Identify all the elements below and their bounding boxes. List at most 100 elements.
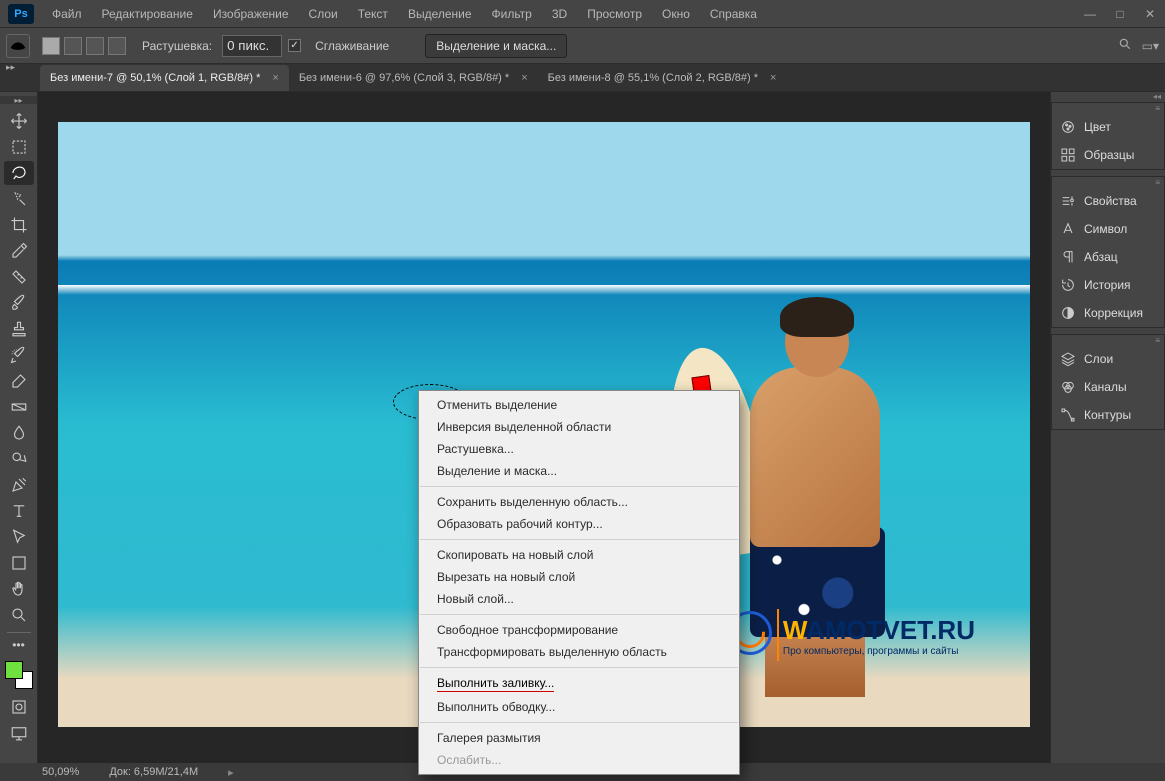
mode-add-icon[interactable]: [64, 37, 82, 55]
mode-new-icon[interactable]: [42, 37, 60, 55]
selection-mode-buttons[interactable]: [42, 37, 126, 55]
context-item[interactable]: Скопировать на новый слой: [419, 544, 739, 566]
menu-bar: Ps ФайлРедактированиеИзображениеСлоиТекс…: [0, 0, 1165, 28]
quickmask-tool[interactable]: [4, 695, 34, 719]
color-swatches[interactable]: [5, 661, 33, 689]
current-tool-icon[interactable]: [6, 34, 30, 58]
context-item[interactable]: Сохранить выделенную область...: [419, 491, 739, 513]
close-tab-icon[interactable]: ×: [272, 72, 278, 84]
app-icon: Ps: [8, 4, 34, 24]
document-tab[interactable]: Без имени-7 @ 50,1% (Слой 1, RGB/8#) *×: [40, 65, 289, 91]
context-item[interactable]: Вырезать на новый слой: [419, 566, 739, 588]
panel-tab-каналы[interactable]: Каналы: [1052, 373, 1164, 401]
tools-panel: ▸▸ •••: [0, 92, 38, 763]
menu-слои[interactable]: Слои: [299, 7, 348, 21]
zoom-tool[interactable]: [4, 603, 34, 627]
context-menu: Отменить выделениеИнверсия выделенной об…: [418, 390, 740, 775]
menu-редактирование[interactable]: Редактирование: [92, 7, 203, 21]
menu-просмотр[interactable]: Просмотр: [577, 7, 652, 21]
panel-tab-контуры[interactable]: Контуры: [1052, 401, 1164, 429]
healing-tool[interactable]: [4, 265, 34, 289]
context-item[interactable]: Образовать рабочий контур...: [419, 513, 739, 535]
mode-intersect-icon[interactable]: [108, 37, 126, 55]
dodge-tool[interactable]: [4, 447, 34, 471]
panel-tab-образцы[interactable]: Образцы: [1052, 141, 1164, 169]
crop-tool[interactable]: [4, 213, 34, 237]
context-item[interactable]: Выделение и маска...: [419, 460, 739, 482]
workspace-icon[interactable]: ▭▾: [1142, 39, 1159, 53]
shape-tool[interactable]: [4, 551, 34, 575]
panel-group-layers: ≡СлоиКаналыКонтуры: [1051, 334, 1165, 430]
menu-изображение[interactable]: Изображение: [203, 7, 299, 21]
lasso-tool[interactable]: [4, 161, 34, 185]
foreground-color-swatch[interactable]: [5, 661, 23, 679]
context-item[interactable]: Галерея размытия: [419, 727, 739, 749]
menu-текст[interactable]: Текст: [348, 7, 398, 21]
quick-select-tool[interactable]: [4, 187, 34, 211]
type-tool[interactable]: [4, 499, 34, 523]
panel-tab-символ[interactable]: Символ: [1052, 215, 1164, 243]
context-item[interactable]: Новый слой...: [419, 588, 739, 610]
menu-окно[interactable]: Окно: [652, 7, 700, 21]
feather-label: Растушевка:: [138, 39, 216, 53]
menu-файл[interactable]: Файл: [42, 7, 92, 21]
panel-tab-цвет[interactable]: Цвет: [1052, 113, 1164, 141]
menu-items: ФайлРедактированиеИзображениеСлоиТекстВы…: [42, 7, 767, 21]
document-tab[interactable]: Без имени-6 @ 97,6% (Слой 3, RGB/8#) *×: [289, 65, 538, 91]
maximize-button[interactable]: □: [1105, 0, 1135, 28]
panel-group-properties: ≡СвойстваСимволАбзацИсторияКоррекция: [1051, 176, 1165, 328]
options-bar: Растушевка: Сглаживание Выделение и маск…: [0, 28, 1165, 64]
menu-выделение[interactable]: Выделение: [398, 7, 482, 21]
mode-subtract-icon[interactable]: [86, 37, 104, 55]
history-brush-tool[interactable]: [4, 343, 34, 367]
close-tab-icon[interactable]: ×: [521, 72, 527, 84]
close-button[interactable]: ✕: [1135, 0, 1165, 28]
panel-tab-слои[interactable]: Слои: [1052, 345, 1164, 373]
brush-tool[interactable]: [4, 291, 34, 315]
marquee-tool[interactable]: [4, 135, 34, 159]
blur-tool[interactable]: [4, 421, 34, 445]
antialias-label: Сглаживание: [311, 39, 393, 53]
context-item[interactable]: Выполнить обводку...: [419, 696, 739, 718]
eyedropper-tool[interactable]: [4, 239, 34, 263]
eraser-tool[interactable]: [4, 369, 34, 393]
context-item: Ослабить...: [419, 749, 739, 771]
panel-tab-история[interactable]: История: [1052, 271, 1164, 299]
tab-expand-icon[interactable]: ▸▸: [6, 62, 15, 86]
menu-3d[interactable]: 3D: [542, 7, 577, 21]
context-item[interactable]: Отменить выделение: [419, 394, 739, 416]
document-size[interactable]: Док: 6,59M/21,4M: [109, 766, 198, 778]
minimize-button[interactable]: —: [1075, 0, 1105, 28]
right-panels: ◂◂ ≡ЦветОбразцы ≡СвойстваСимволАбзацИсто…: [1050, 92, 1165, 763]
context-item[interactable]: Свободное трансформирование: [419, 619, 739, 641]
context-item[interactable]: Растушевка...: [419, 438, 739, 460]
watermark: WAMOTVET.RU Про компьютеры, программы и …: [783, 615, 975, 657]
context-item[interactable]: Выполнить заливку...: [419, 672, 739, 696]
screenmode-tool[interactable]: [4, 721, 34, 745]
move-tool[interactable]: [4, 109, 34, 133]
panel-group-color: ≡ЦветОбразцы: [1051, 102, 1165, 170]
antialias-checkbox[interactable]: [288, 39, 301, 52]
search-icon[interactable]: [1118, 37, 1132, 54]
close-tab-icon[interactable]: ×: [770, 72, 776, 84]
gradient-tool[interactable]: [4, 395, 34, 419]
edit-toolbar-icon[interactable]: •••: [4, 638, 34, 652]
zoom-level[interactable]: 50,09%: [42, 766, 79, 778]
hand-tool[interactable]: [4, 577, 34, 601]
panel-tab-абзац[interactable]: Абзац: [1052, 243, 1164, 271]
panel-tab-коррекция[interactable]: Коррекция: [1052, 299, 1164, 327]
context-item[interactable]: Трансформировать выделенную область: [419, 641, 739, 663]
menu-справка[interactable]: Справка: [700, 7, 767, 21]
tools-expand-icon[interactable]: ▸▸: [0, 96, 37, 104]
select-and-mask-button[interactable]: Выделение и маска...: [425, 34, 567, 58]
panels-expand-icon[interactable]: ◂◂: [1051, 92, 1165, 102]
menu-фильтр[interactable]: Фильтр: [482, 7, 542, 21]
document-tabs: ▸▸ Без имени-7 @ 50,1% (Слой 1, RGB/8#) …: [0, 64, 1165, 92]
document-tab[interactable]: Без имени-8 @ 55,1% (Слой 2, RGB/8#) *×: [538, 65, 787, 91]
stamp-tool[interactable]: [4, 317, 34, 341]
path-select-tool[interactable]: [4, 525, 34, 549]
feather-input[interactable]: [222, 35, 282, 57]
pen-tool[interactable]: [4, 473, 34, 497]
context-item[interactable]: Инверсия выделенной области: [419, 416, 739, 438]
panel-tab-свойства[interactable]: Свойства: [1052, 187, 1164, 215]
